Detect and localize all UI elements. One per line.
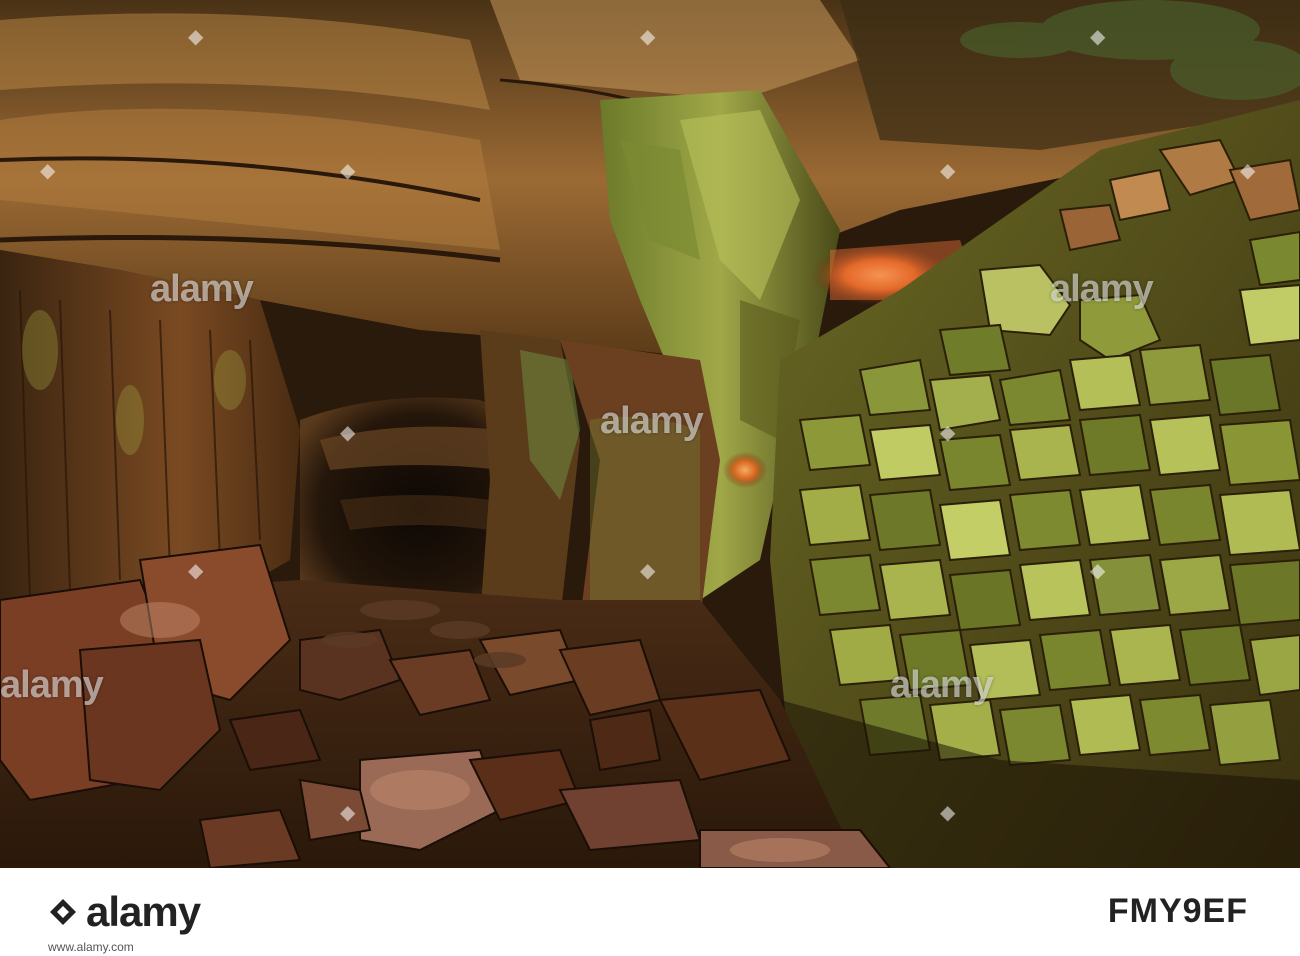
- watermark-logo-icon: ◆: [340, 800, 356, 824]
- image-id-code: FMY9EF: [1107, 892, 1248, 930]
- watermark-logo-icon: ◆: [1240, 158, 1256, 182]
- alamy-logo-icon: [50, 899, 76, 925]
- watermark-logo-icon: ◆: [940, 800, 956, 824]
- watermark-logo-icon: ◆: [188, 24, 204, 48]
- watermark-logo-icon: ◆: [40, 158, 56, 182]
- cave-photo: alamy alamy alamy alamy alamy ◆ ◆ ◆ ◆ ◆ …: [0, 0, 1300, 868]
- watermark-logo-icon: ◆: [340, 158, 356, 182]
- watermark-logo-icon: ◆: [340, 420, 356, 444]
- watermark-logo-icon: ◆: [640, 558, 656, 582]
- watermark-logo-icon: ◆: [1090, 24, 1106, 48]
- watermark-logo-icon: ◆: [640, 24, 656, 48]
- watermark-logo-icon: ◆: [1090, 558, 1106, 582]
- cave-illustration: [0, 0, 1300, 868]
- logo-text: alamy: [86, 888, 201, 935]
- alamy-logo[interactable]: alamy: [48, 884, 201, 940]
- watermark-logo-icon: ◆: [188, 558, 204, 582]
- watermark-logo-icon: ◆: [940, 420, 956, 444]
- site-url[interactable]: www.alamy.com: [48, 940, 134, 954]
- stock-photo-page: alamy alamy alamy alamy alamy ◆ ◆ ◆ ◆ ◆ …: [0, 0, 1300, 956]
- watermark-logo-icon: ◆: [940, 158, 956, 182]
- image-footer: alamy FMY9EF www.alamy.com: [0, 868, 1300, 956]
